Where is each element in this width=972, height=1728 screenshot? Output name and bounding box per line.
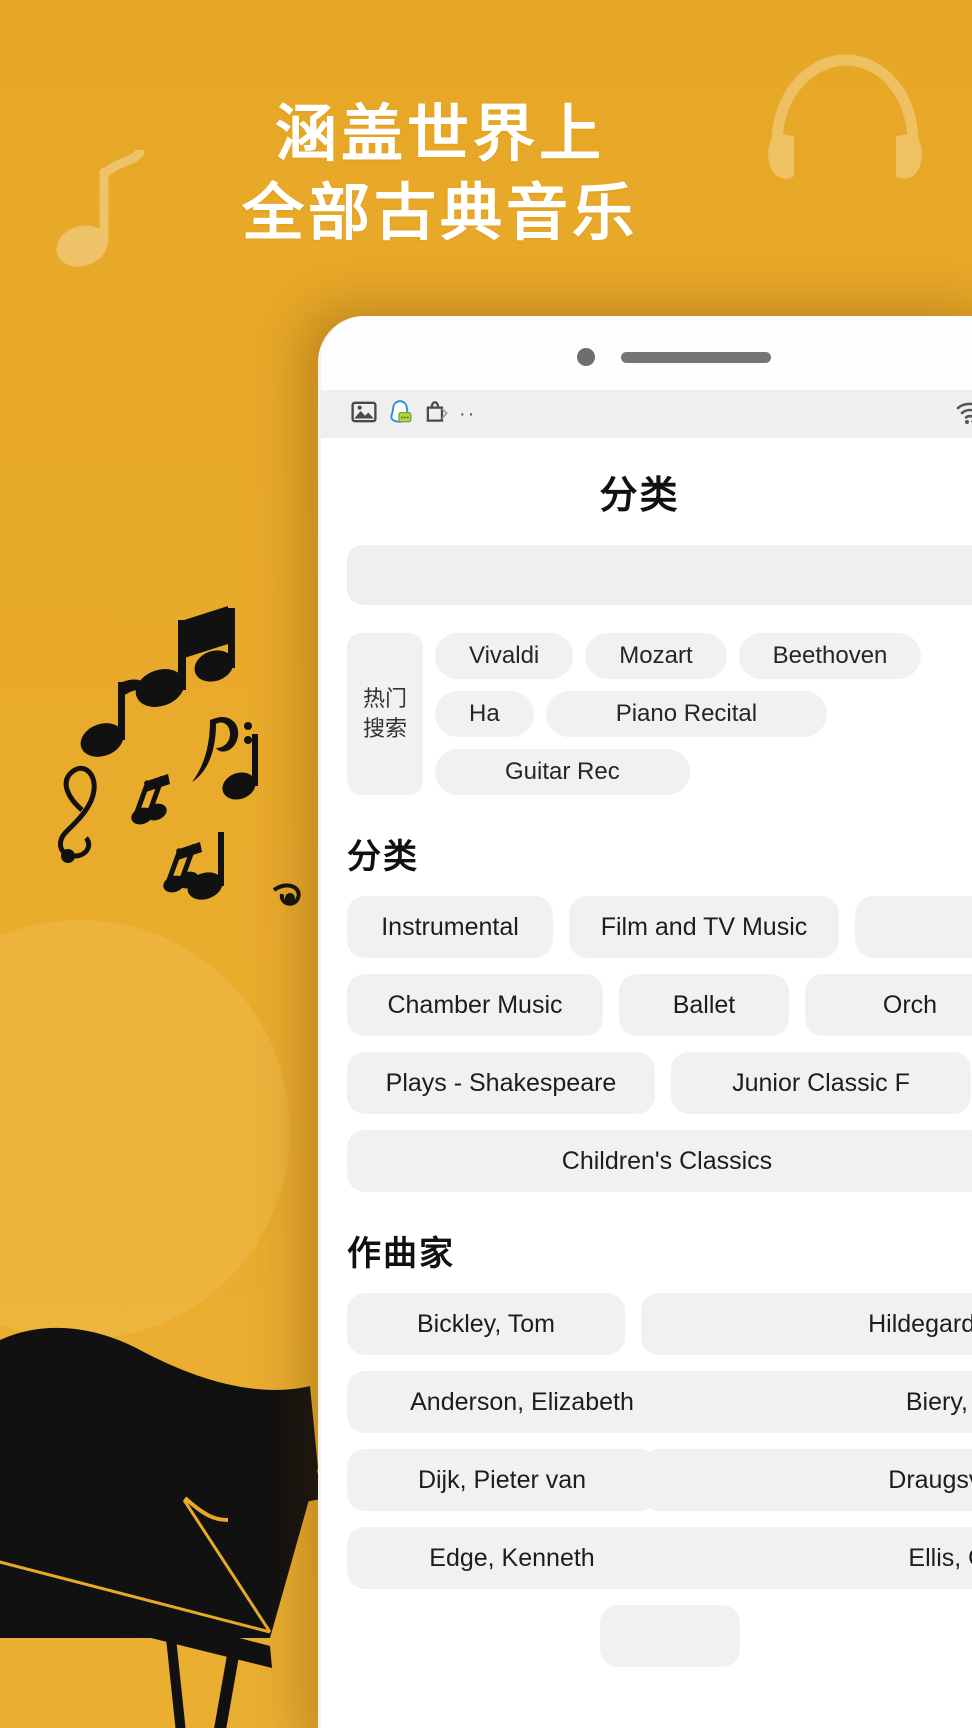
music-notes-cluster [20, 600, 350, 940]
categories-heading: 分类 [347, 838, 419, 876]
category-chip[interactable] [855, 896, 972, 958]
headline-line-2: 全部古典音乐 [241, 180, 638, 249]
hot-search-chip-list: Vivaldi Mozart Beethoven Ha Piano Recita… [435, 633, 972, 795]
qq-penguin-icon [387, 399, 413, 430]
status-overflow-dots: ·· [459, 402, 477, 425]
hot-search-chip[interactable]: Guitar Rec [435, 749, 690, 795]
status-bar-right-icons: 5% [954, 390, 972, 438]
composer-chip[interactable]: Hildegard of Bing [641, 1293, 972, 1355]
composer-chip[interactable]: Dijk, Pieter van [347, 1449, 657, 1511]
composer-chip[interactable]: Bickley, Tom [347, 1293, 625, 1355]
composers-heading: 作曲家 [347, 1235, 455, 1273]
hot-search-label: 热门 搜索 [347, 633, 423, 795]
app-screen: 分类 热门 搜索 Vivaldi Mozart Beethoven Ha Pia… [321, 438, 972, 1728]
hot-search-chip[interactable]: Mozart [585, 633, 727, 679]
category-chip[interactable]: Chamber Music [347, 974, 603, 1036]
hot-search-chip[interactable]: Ha [435, 691, 534, 737]
search-input[interactable] [347, 545, 972, 605]
categories-chip-grid: Instrumental Film and TV Music Chamber M… [347, 896, 972, 1192]
hot-search-chip[interactable]: Vivaldi [435, 633, 574, 679]
photo-icon [351, 399, 377, 430]
earpiece-speaker [621, 352, 771, 363]
hot-search-section: 热门 搜索 Vivaldi Mozart Beethoven Ha Piano … [347, 633, 972, 795]
composer-chip[interactable]: Biery, Jam [641, 1371, 972, 1433]
status-bar-left-icons: ·· [351, 399, 476, 430]
phone-mockup: ·· 分类 热门 搜索 Vivaldi Mozart Beethoven Ha … [318, 316, 972, 1728]
category-chip[interactable]: Ballet [619, 974, 789, 1036]
hot-search-label-line2: 搜索 [362, 716, 407, 741]
composer-chip[interactable]: Ellis, Osia [641, 1527, 972, 1589]
category-chip[interactable]: Junior Classic F [671, 1052, 971, 1114]
category-chip[interactable]: Film and TV Music [569, 896, 839, 958]
composer-chip[interactable]: Draugsvoll, G [641, 1449, 972, 1511]
category-chip[interactable]: Orch [805, 974, 972, 1036]
composer-chip[interactable]: Edge, Kenneth [347, 1527, 677, 1589]
status-bar: ·· [321, 390, 972, 438]
shopping-bag-icon [423, 399, 449, 430]
category-chip[interactable]: Instrumental [347, 896, 553, 958]
headline-line-1: 涵盖世界上 [274, 101, 605, 169]
page-title: 涵盖世界上 全部古典音乐 [0, 96, 880, 255]
composer-chip[interactable] [599, 1605, 740, 1667]
hot-search-chip[interactable]: Piano Recital [545, 691, 828, 737]
composers-chip-grid: Bickley, Tom Hildegard of Bing Anderson,… [347, 1293, 972, 1589]
hot-search-label-line1: 热门 [362, 686, 407, 712]
phone-notch [321, 316, 972, 390]
category-chip[interactable]: Children's Classics [347, 1130, 972, 1192]
category-chip[interactable]: Plays - Shakespeare [347, 1052, 655, 1114]
front-camera-icon [577, 348, 595, 366]
composers-next-row-peek [321, 1605, 972, 1667]
hot-search-chip[interactable]: Beethoven [738, 633, 922, 679]
wifi-icon [954, 397, 972, 432]
screen-title: 分类 [599, 475, 680, 517]
